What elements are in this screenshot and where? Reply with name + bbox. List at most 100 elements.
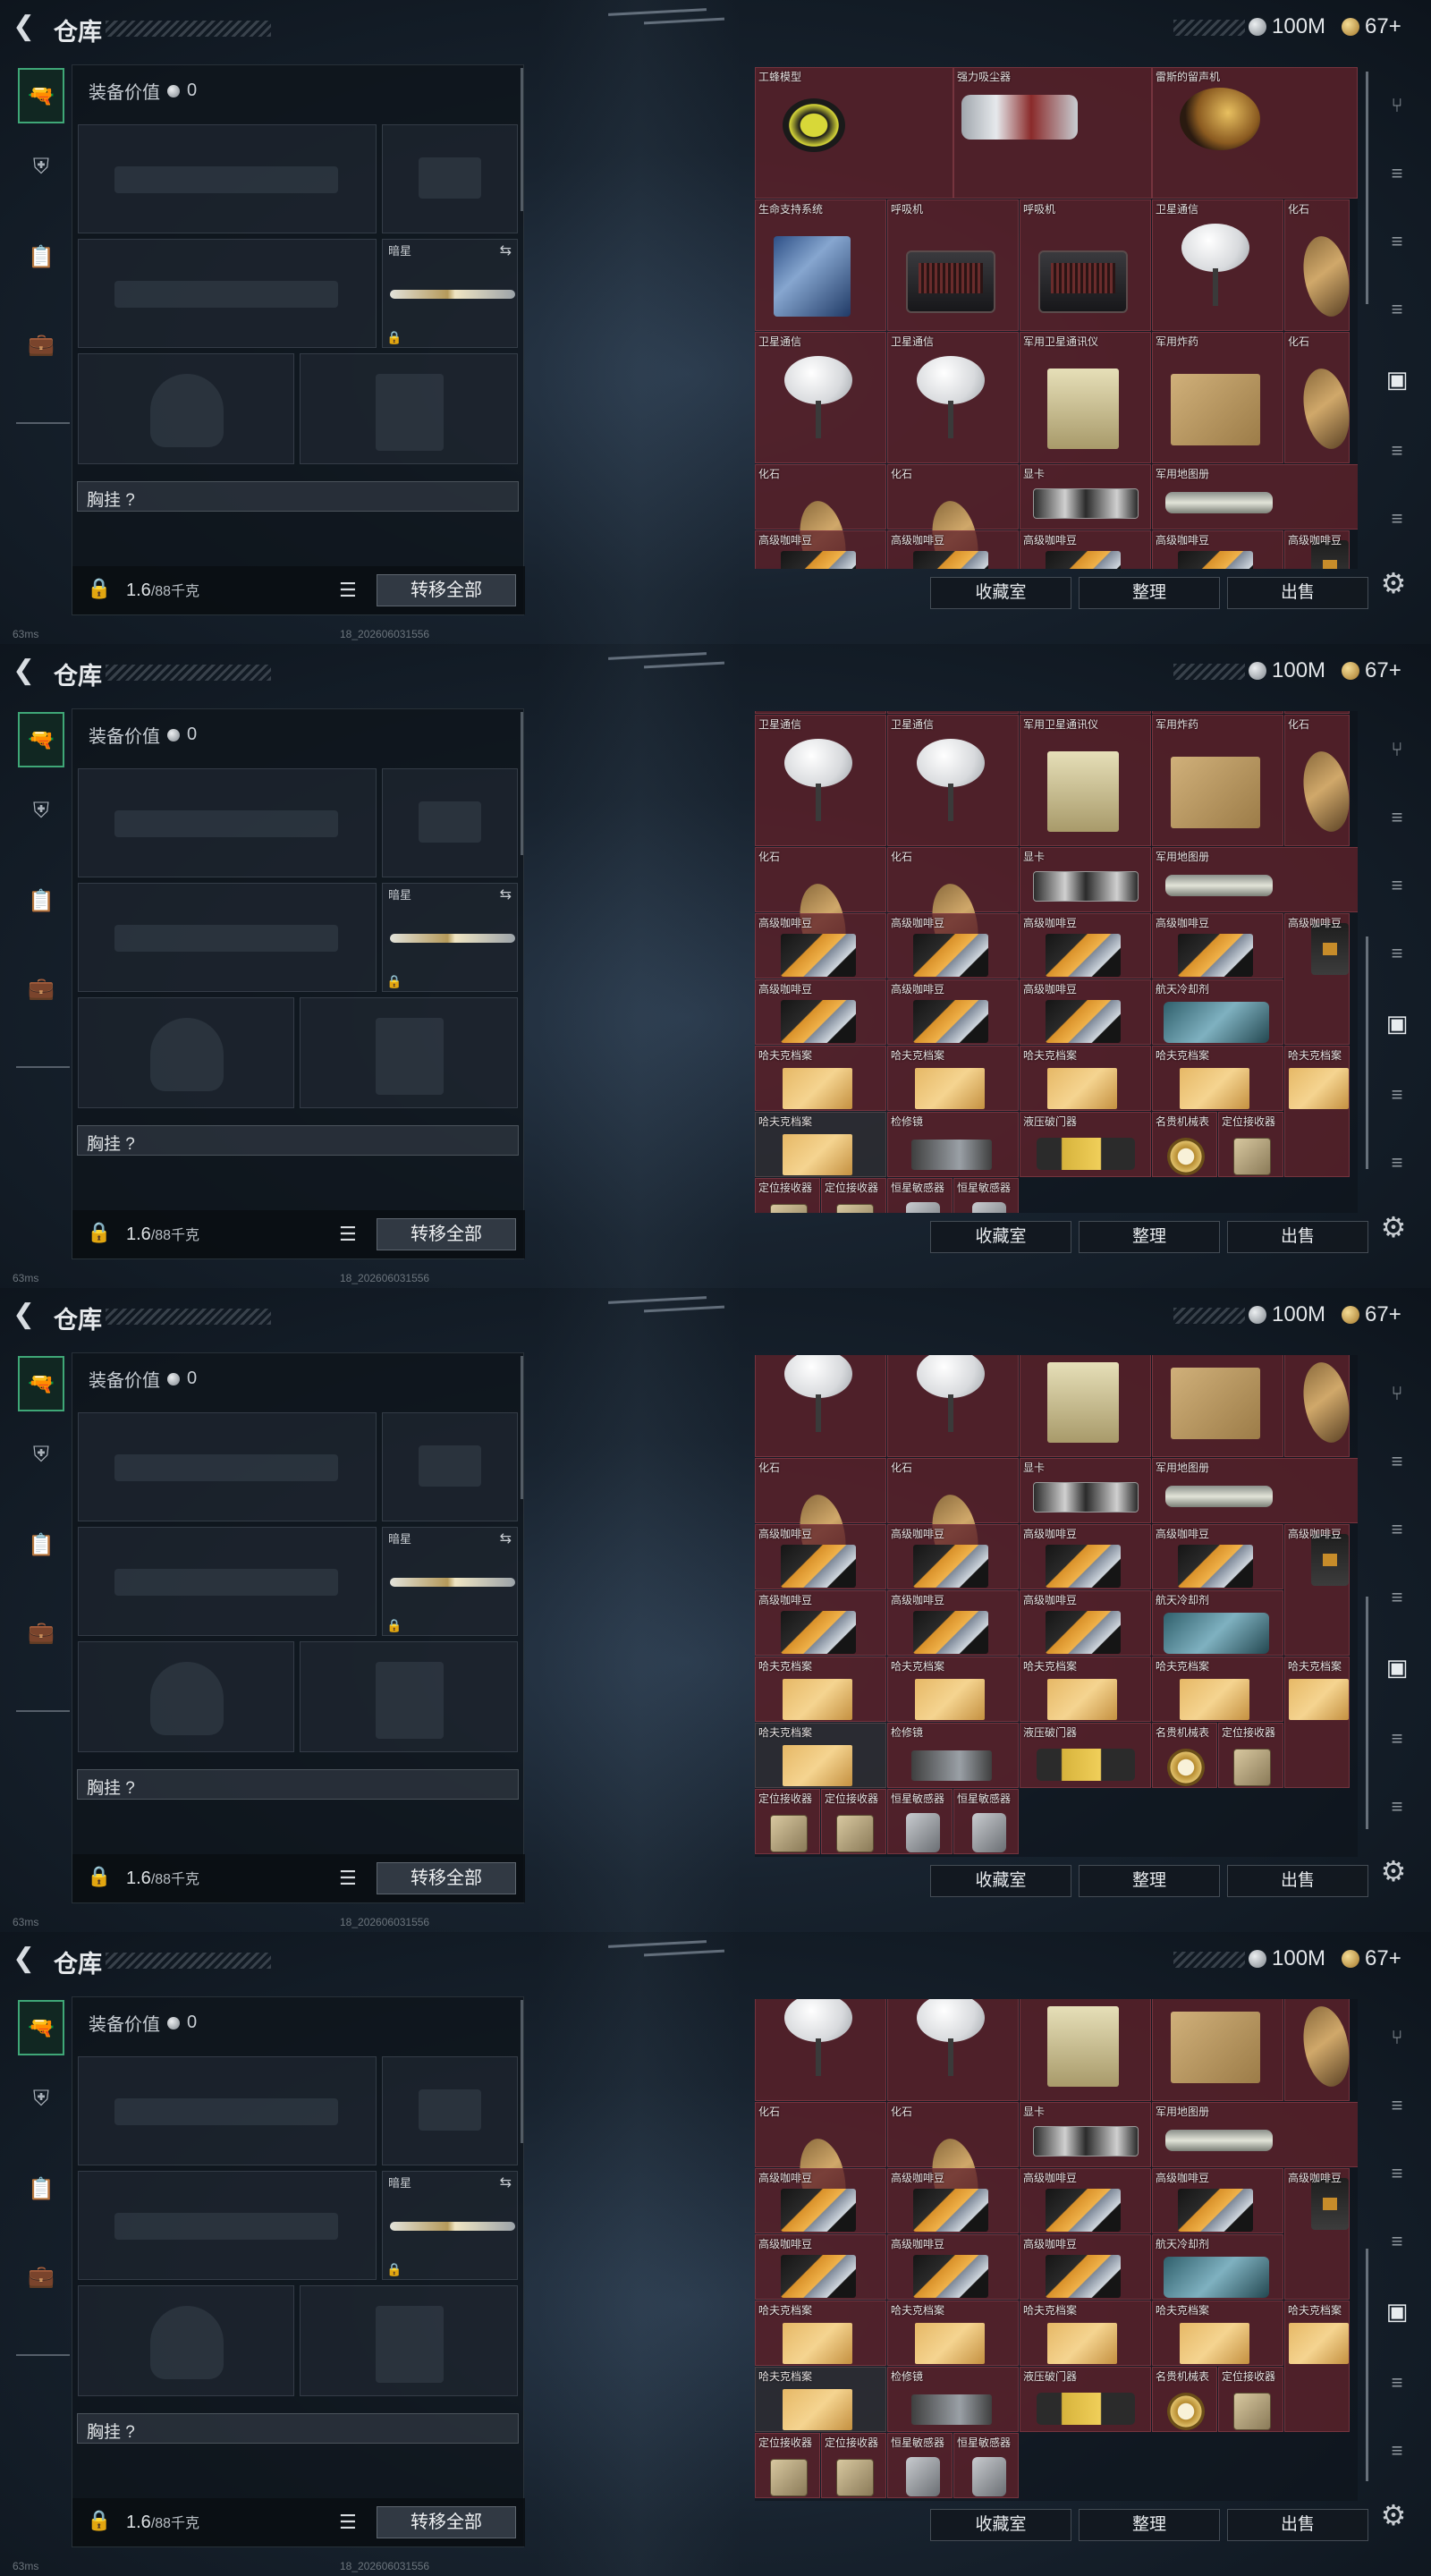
transfer-all-button[interactable]: 转移全部	[377, 2506, 516, 2538]
armor-slot[interactable]	[300, 1641, 518, 1752]
storage-item[interactable]: 化石	[755, 2102, 886, 2224]
sort-button[interactable]: 整理	[1079, 2509, 1220, 2541]
back-arrow-icon[interactable]: ❮	[13, 13, 41, 41]
nav-weapons-icon[interactable]: 🔫	[18, 712, 64, 767]
storage-item[interactable]: 检修镜	[887, 1112, 1019, 1177]
tab-shelf-3-icon[interactable]: ≡	[1376, 936, 1418, 971]
storage-item[interactable]: 生命支持系统	[755, 711, 886, 714]
helmet-slot[interactable]	[78, 353, 294, 464]
storage-item[interactable]: 卫星通信	[887, 332, 1019, 463]
storage-item[interactable]: 航天冷却剂	[1152, 979, 1283, 1045]
storage-item[interactable]: 定位接收器	[821, 1789, 886, 1854]
sell-button[interactable]: 出售	[1227, 577, 1368, 609]
storage-item[interactable]: 高级咖啡豆	[1020, 1524, 1151, 1589]
tab-shelf-2-icon[interactable]: ≡	[1376, 1512, 1418, 1547]
nav-armor-icon[interactable]: ⛨	[18, 1428, 64, 1483]
settings-gear-icon[interactable]: ⚙	[1374, 564, 1413, 603]
storage-item[interactable]: 卫星通信	[887, 715, 1019, 846]
list-icon[interactable]: ☰	[339, 1223, 357, 1246]
nav-weapons-icon[interactable]: 🔫	[18, 2000, 64, 2055]
nav-rig-icon[interactable]: 📋	[18, 873, 64, 928]
storage-item[interactable]: 高级咖啡豆	[755, 1524, 886, 1589]
storage-item[interactable]: 恒星敏感器	[953, 1178, 1019, 1213]
chest-rig-header[interactable]: 胸挂 ?	[77, 1125, 519, 1156]
storage-item[interactable]: 化石	[755, 1458, 886, 1580]
list-icon[interactable]: ☰	[339, 579, 357, 602]
storage-item[interactable]: 定位接收器	[755, 1789, 820, 1854]
storage-item[interactable]: 哈夫克档案	[1284, 2301, 1350, 2432]
storage-item[interactable]: 高级咖啡豆	[755, 1590, 886, 1656]
collection-room-button[interactable]: 收藏室	[930, 2509, 1071, 2541]
storage-item[interactable]: 卫星通信	[1152, 711, 1283, 714]
storage-item[interactable]: 卫星通信	[887, 1999, 1019, 2101]
tab-shelf-2-icon[interactable]: ≡	[1376, 224, 1418, 259]
storage-item[interactable]: 高级咖啡豆	[1284, 2168, 1350, 2300]
storage-item[interactable]: 军用卫星通讯仪	[1020, 1999, 1151, 2101]
sort-button[interactable]: 整理	[1079, 577, 1220, 609]
storage-item[interactable]: 哈夫克档案	[755, 1723, 886, 1788]
storage-item[interactable]: 高级咖啡豆	[1020, 530, 1151, 569]
tab-shelf-5-icon[interactable]: ≡	[1376, 1145, 1418, 1181]
transfer-all-button[interactable]: 转移全部	[377, 1862, 516, 1894]
secondary-weapon-slot[interactable]	[78, 1527, 377, 1636]
storage-item[interactable]: 化石	[887, 847, 1019, 970]
storage-item[interactable]: 高级咖啡豆	[1020, 2168, 1151, 2233]
gold-currency[interactable]: 67+	[1342, 1946, 1401, 1971]
storage-item[interactable]: 恒星敏感器	[887, 1789, 953, 1854]
pistol-slot[interactable]	[382, 2056, 518, 2165]
sort-button[interactable]: 整理	[1079, 1865, 1220, 1897]
tab-shelf-1-icon[interactable]: ≡	[1376, 2088, 1418, 2123]
tab-armory-icon[interactable]: ⑂	[1376, 88, 1418, 123]
storage-item[interactable]: 名贵机械表	[1152, 1112, 1217, 1177]
storage-item[interactable]: 定位接收器	[1218, 1723, 1283, 1788]
storage-item[interactable]: 哈夫克档案	[1284, 1046, 1350, 1177]
storage-item[interactable]: 哈夫克档案	[1020, 1046, 1151, 1111]
tab-armory-icon[interactable]: ⑂	[1376, 2020, 1418, 2055]
lock-icon[interactable]: 🔒	[87, 1221, 111, 1244]
storage-item[interactable]: 液压破门器	[1020, 2367, 1151, 2432]
storage-item[interactable]: 显卡	[1020, 1458, 1151, 1523]
storage-scrollbar[interactable]	[1366, 72, 1368, 305]
storage-item[interactable]: 定位接收器	[755, 2433, 820, 2498]
storage-item[interactable]: 化石	[1284, 199, 1358, 331]
storage-item[interactable]: 军用炸药	[1152, 715, 1283, 846]
melee-slot[interactable]: 暗星 ⇆ 🔒	[382, 1527, 518, 1636]
storage-item[interactable]: 生命支持系统	[755, 199, 886, 331]
list-icon[interactable]: ☰	[339, 1867, 357, 1890]
storage-item[interactable]: 卫星通信	[755, 1355, 886, 1457]
tab-shelf-5-icon[interactable]: ≡	[1376, 2433, 1418, 2469]
primary-weapon-slot[interactable]	[78, 2056, 377, 2165]
nav-armor-icon[interactable]: ⛨	[18, 784, 64, 839]
storage-scrollbar[interactable]	[1366, 2249, 1368, 2481]
storage-item[interactable]: 高级咖啡豆	[1284, 913, 1350, 1045]
armor-slot[interactable]	[300, 353, 518, 464]
storage-item[interactable]: 呼吸机	[1020, 711, 1151, 714]
storage-item[interactable]: 军用地图册	[1152, 1458, 1358, 1523]
storage-item[interactable]: 高级咖啡豆	[1152, 913, 1283, 979]
storage-item[interactable]: 液压破门器	[1020, 1112, 1151, 1177]
storage-item[interactable]: 高级咖啡豆	[1020, 979, 1151, 1045]
tab-collection-icon[interactable]: ▣	[1376, 1005, 1418, 1041]
helmet-slot[interactable]	[78, 1641, 294, 1752]
storage-item[interactable]: 名贵机械表	[1152, 2367, 1217, 2432]
storage-item[interactable]: 化石	[887, 464, 1019, 569]
storage-item[interactable]: 哈夫克档案	[1152, 1657, 1283, 1722]
storage-item[interactable]: 液压破门器	[1020, 1723, 1151, 1788]
lock-icon[interactable]: 🔒	[87, 1865, 111, 1888]
loadout-scrollbar[interactable]	[521, 1356, 523, 1499]
tab-shelf-4-icon[interactable]: ≡	[1376, 1077, 1418, 1113]
primary-weapon-slot[interactable]	[78, 1412, 377, 1521]
transfer-all-button[interactable]: 转移全部	[377, 1218, 516, 1250]
storage-item[interactable]: 呼吸机	[887, 199, 1019, 331]
melee-slot[interactable]: 暗星 ⇆ 🔒	[382, 239, 518, 348]
gold-currency[interactable]: 67+	[1342, 14, 1401, 39]
nav-backpack-icon[interactable]: 💼	[18, 317, 64, 372]
storage-item[interactable]: 定位接收器	[1218, 1112, 1283, 1177]
primary-weapon-slot[interactable]	[78, 124, 377, 233]
storage-item[interactable]: 定位接收器	[1218, 2367, 1283, 2432]
nav-rig-icon[interactable]: 📋	[18, 1517, 64, 1572]
storage-item[interactable]: 化石	[755, 464, 886, 569]
transfer-all-button[interactable]: 转移全部	[377, 574, 516, 606]
chest-rig-header[interactable]: 胸挂 ?	[77, 481, 519, 512]
tab-shelf-2-icon[interactable]: ≡	[1376, 868, 1418, 903]
